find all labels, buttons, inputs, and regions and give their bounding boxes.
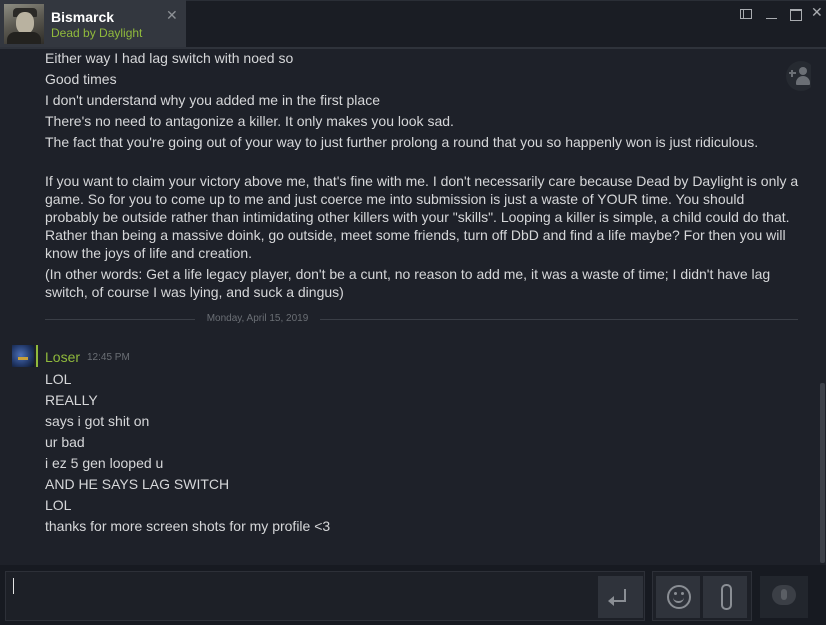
sender-avatar[interactable] bbox=[12, 345, 34, 367]
maximize-icon[interactable] bbox=[788, 6, 804, 22]
title-bar-top-border bbox=[186, 0, 826, 1]
message-line: Either way I had lag switch with noed so bbox=[45, 50, 294, 66]
microphone-icon bbox=[781, 589, 787, 600]
avatar-coat bbox=[7, 32, 41, 44]
scrollbar-thumb[interactable] bbox=[820, 383, 825, 563]
message-line: LOL bbox=[45, 371, 72, 387]
date-divider: Monday, April 15, 2019 bbox=[206, 313, 309, 324]
emoji-icon-eye bbox=[681, 592, 684, 595]
send-button[interactable] bbox=[598, 576, 643, 618]
date-divider-line bbox=[320, 319, 798, 320]
tab-close-icon[interactable]: ✕ bbox=[166, 7, 178, 24]
message-line: says i got shit on bbox=[45, 413, 150, 429]
sender-avatar-detail bbox=[18, 357, 28, 360]
message-line: (In other words: Get a life legacy playe… bbox=[45, 266, 771, 300]
message-line: Good times bbox=[45, 71, 117, 87]
window-close-icon[interactable]: ✕ bbox=[811, 4, 826, 20]
text-caret bbox=[13, 578, 14, 594]
friend-avatar bbox=[4, 4, 44, 44]
attach-icon bbox=[721, 584, 732, 610]
message-line: If you want to claim your victory above … bbox=[45, 173, 799, 261]
message-line: REALLY bbox=[45, 392, 98, 408]
minimize-icon[interactable] bbox=[764, 6, 780, 22]
message-line: thanks for more screen shots for my prof… bbox=[45, 518, 331, 534]
sender-status-bar bbox=[36, 345, 38, 367]
message-line: I don't understand why you added me in t… bbox=[45, 92, 380, 108]
friend-game-status: Dead by Daylight bbox=[51, 26, 143, 40]
emoji-button[interactable] bbox=[656, 576, 700, 618]
avatar-face bbox=[16, 12, 34, 34]
minimize-icon-line bbox=[766, 18, 777, 19]
send-icon bbox=[608, 596, 614, 606]
sender-name[interactable]: Loser bbox=[45, 349, 80, 365]
chat-log[interactable]: Either way I had lag switch with noed so… bbox=[0, 49, 811, 565]
add-friend-icon-body bbox=[796, 76, 810, 85]
chat-tab-bismarck[interactable]: Bismarck Dead by Daylight ✕ bbox=[0, 0, 186, 49]
date-divider-line bbox=[45, 319, 195, 320]
voice-chat-button[interactable] bbox=[760, 576, 808, 618]
layout-icon-bar bbox=[743, 9, 744, 19]
message-line: ur bad bbox=[45, 434, 85, 450]
message-line: LOL bbox=[45, 497, 72, 513]
message-line: The fact that you're going out of your w… bbox=[45, 134, 759, 150]
layout-icon-box bbox=[740, 9, 752, 19]
message-line: There's no need to antagonize a killer. … bbox=[45, 113, 454, 129]
message-input[interactable] bbox=[5, 571, 645, 621]
message-line: AND HE SAYS LAG SWITCH bbox=[45, 476, 230, 492]
message-line: i ez 5 gen looped u bbox=[45, 455, 164, 471]
maximize-icon-box bbox=[790, 9, 802, 21]
message-timestamp: 12:45 PM bbox=[87, 352, 130, 363]
add-friend-icon[interactable] bbox=[786, 61, 811, 91]
friend-name: Bismarck bbox=[51, 9, 115, 25]
emoji-icon-eye bbox=[674, 592, 677, 595]
layout-icon[interactable] bbox=[738, 6, 754, 22]
attach-button[interactable] bbox=[703, 576, 747, 618]
title-bar: Bismarck Dead by Daylight ✕ ✕ bbox=[0, 0, 826, 49]
add-friend-icon-plus bbox=[791, 70, 793, 77]
add-friend-icon-head bbox=[799, 67, 807, 75]
